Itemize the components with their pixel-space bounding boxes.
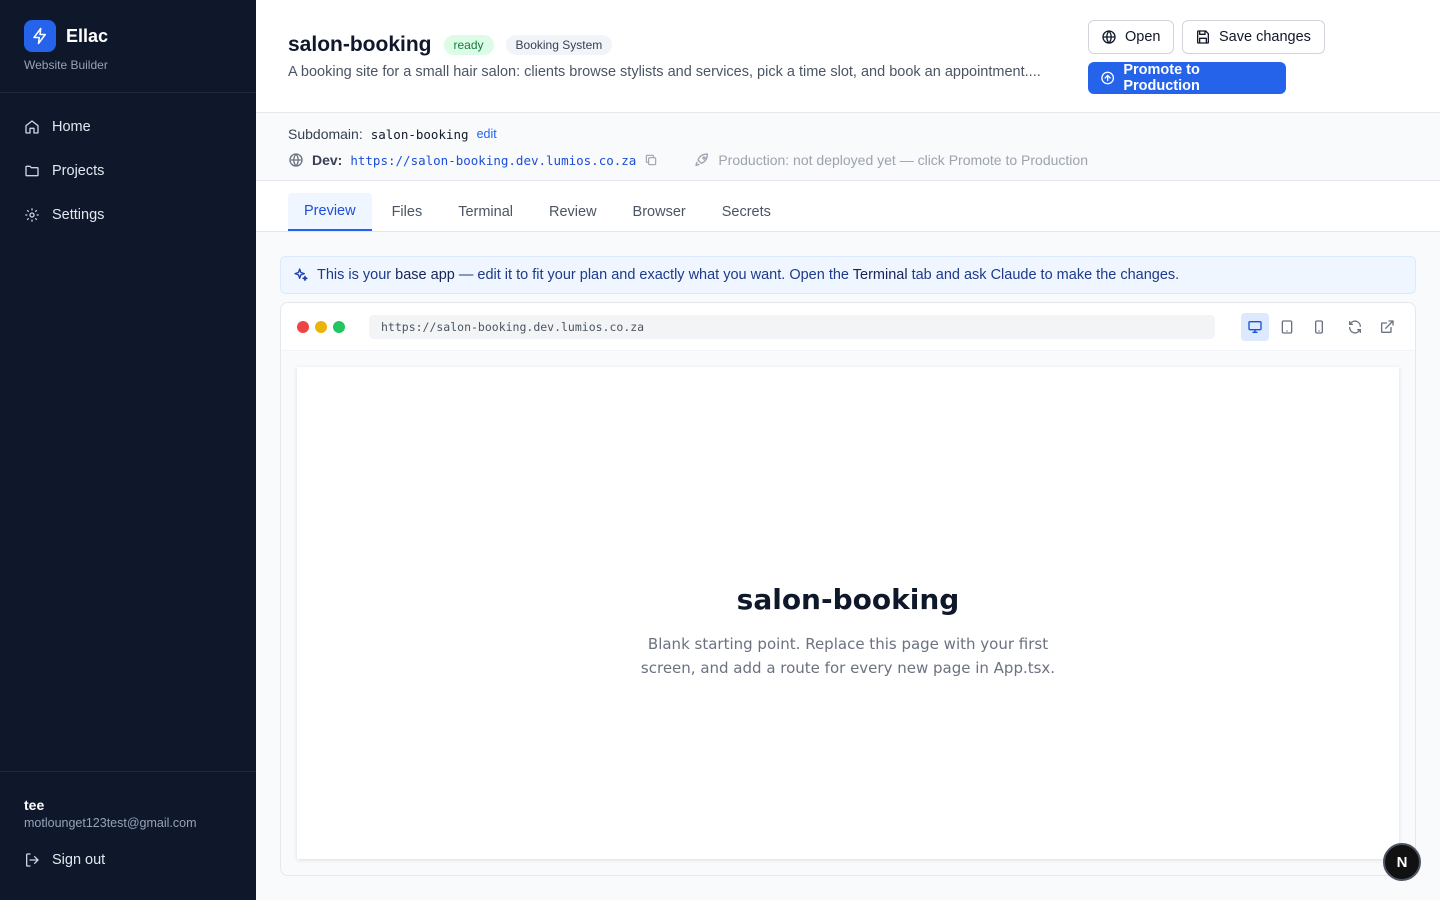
rocket-icon [695, 153, 709, 166]
type-badge: Booking System [505, 35, 613, 55]
brand-row[interactable]: Ellac [24, 20, 232, 52]
tab-preview[interactable]: Preview [288, 193, 372, 231]
viewport-wrap: salon-booking Blank starting point. Repl… [281, 351, 1415, 875]
sidebar-item-label: Settings [52, 207, 105, 223]
title-row: salon-booking ready Booking System [288, 33, 613, 57]
production-status: Production: not deployed yet — click Pro… [694, 152, 1088, 168]
sidebar-item-label: Projects [52, 163, 105, 179]
tablet-icon [1281, 320, 1293, 334]
edit-subdomain-link[interactable]: edit [477, 127, 497, 141]
banner-part3: tab and ask Claude to make the changes. [907, 267, 1180, 283]
tab-browser[interactable]: Browser [617, 193, 702, 231]
sidebar-nav: Home Projects Settings [0, 93, 256, 235]
folder-icon [25, 165, 39, 177]
window-dot-red [297, 320, 309, 333]
production-note: Production: not deployed yet — click Pro… [718, 152, 1088, 168]
open-external-button[interactable] [1373, 313, 1401, 341]
refresh-button[interactable] [1341, 313, 1369, 341]
promote-button[interactable]: Promote to Production [1088, 62, 1286, 94]
save-icon [1197, 30, 1209, 44]
external-link-icon [1381, 320, 1394, 333]
preview-url-bar[interactable]: https://salon-booking.dev.lumios.co.za [369, 315, 1215, 339]
tab-bar: Preview Files Terminal Review Browser Se… [256, 181, 1440, 232]
user-name: tee [24, 797, 45, 813]
gear-icon [25, 208, 39, 222]
brand-name: Ellac [66, 25, 109, 46]
monitor-icon [1248, 321, 1262, 333]
arrow-up-circle-icon [1101, 71, 1115, 85]
sidebar-item-projects[interactable]: Projects [12, 151, 244, 191]
dev-row: Dev: https://salon-booking.dev.lumios.co… [288, 152, 1088, 168]
open-label: Open [1125, 29, 1161, 45]
info-banner: This is your base app — edit it to fit y… [280, 256, 1416, 294]
preview-viewport[interactable]: salon-booking Blank starting point. Repl… [297, 367, 1399, 859]
banner-text: This is your base app — edit it to fit y… [317, 267, 1179, 283]
subdomain-label: Subdomain: [288, 126, 363, 142]
preview-browser: https://salon-booking.dev.lumios.co.za s… [280, 302, 1416, 876]
subdomain-row: Subdomain: salon-booking edit [288, 126, 497, 142]
refresh-icon [1349, 320, 1361, 334]
project-meta: Subdomain: salon-booking edit Dev: https… [256, 113, 1440, 181]
banner-part1: This is your [317, 267, 396, 283]
phone-icon [1315, 320, 1323, 334]
sign-out-button[interactable]: Sign out [24, 852, 232, 868]
dev-url-link[interactable]: https://salon-booking.dev.lumios.co.za [350, 153, 636, 168]
globe-icon [289, 153, 303, 167]
lightning-icon [24, 20, 56, 52]
tab-terminal[interactable]: Terminal [442, 193, 529, 231]
tablet-view-button[interactable] [1273, 313, 1301, 341]
page-title: salon-booking [288, 33, 432, 56]
user-email: motlounget123test@gmail.com [24, 816, 197, 830]
save-label: Save changes [1219, 29, 1311, 45]
sidebar-item-label: Home [52, 119, 91, 135]
status-badge: ready [443, 35, 494, 55]
dev-label: Dev: [312, 152, 343, 168]
sidebar-item-settings[interactable]: Settings [12, 195, 244, 235]
browser-toolbar: https://salon-booking.dev.lumios.co.za [281, 303, 1415, 351]
promote-label: Promote to Production [1123, 62, 1200, 94]
viewport-controls [1241, 313, 1401, 341]
tab-review[interactable]: Review [533, 193, 613, 231]
banner-base-app: base app [395, 267, 455, 283]
sidebar-item-home[interactable]: Home [12, 107, 244, 147]
mobile-view-button[interactable] [1305, 313, 1333, 341]
brand-subtitle: Website Builder [24, 58, 108, 72]
save-changes-button[interactable]: Save changes [1182, 20, 1325, 54]
window-dot-green [333, 320, 345, 333]
project-description: A booking site for a small hair salon: c… [288, 64, 1041, 80]
tab-files[interactable]: Files [376, 193, 439, 231]
preview-title: salon-booking [736, 582, 960, 616]
banner-terminal: Terminal [852, 267, 908, 283]
brand: Ellac Website Builder [0, 0, 256, 93]
subdomain-value: salon-booking [370, 126, 469, 142]
globe-icon [1102, 30, 1116, 44]
main-area: salon-booking ready Booking System A boo… [256, 0, 1440, 900]
banner-part2: — edit it to fit your plan and exactly w… [454, 267, 853, 283]
home-icon [25, 120, 39, 134]
preview-text: Blank starting point. Replace this page … [640, 634, 1056, 677]
desktop-view-button[interactable] [1241, 313, 1269, 341]
sign-out-icon [26, 853, 39, 867]
sidebar-footer: tee motlounget123test@gmail.com Sign out [0, 771, 256, 900]
nextjs-dev-badge[interactable]: N [1383, 843, 1421, 881]
window-dot-yellow [315, 320, 327, 333]
project-header: salon-booking ready Booking System A boo… [256, 0, 1440, 113]
sidebar: Ellac Website Builder Home Projects Sett… [0, 0, 256, 900]
tab-secrets[interactable]: Secrets [706, 193, 787, 231]
open-button[interactable]: Open [1088, 20, 1174, 54]
copy-icon[interactable] [644, 153, 658, 167]
sign-out-label: Sign out [52, 852, 106, 868]
sparkles-icon [294, 268, 308, 281]
